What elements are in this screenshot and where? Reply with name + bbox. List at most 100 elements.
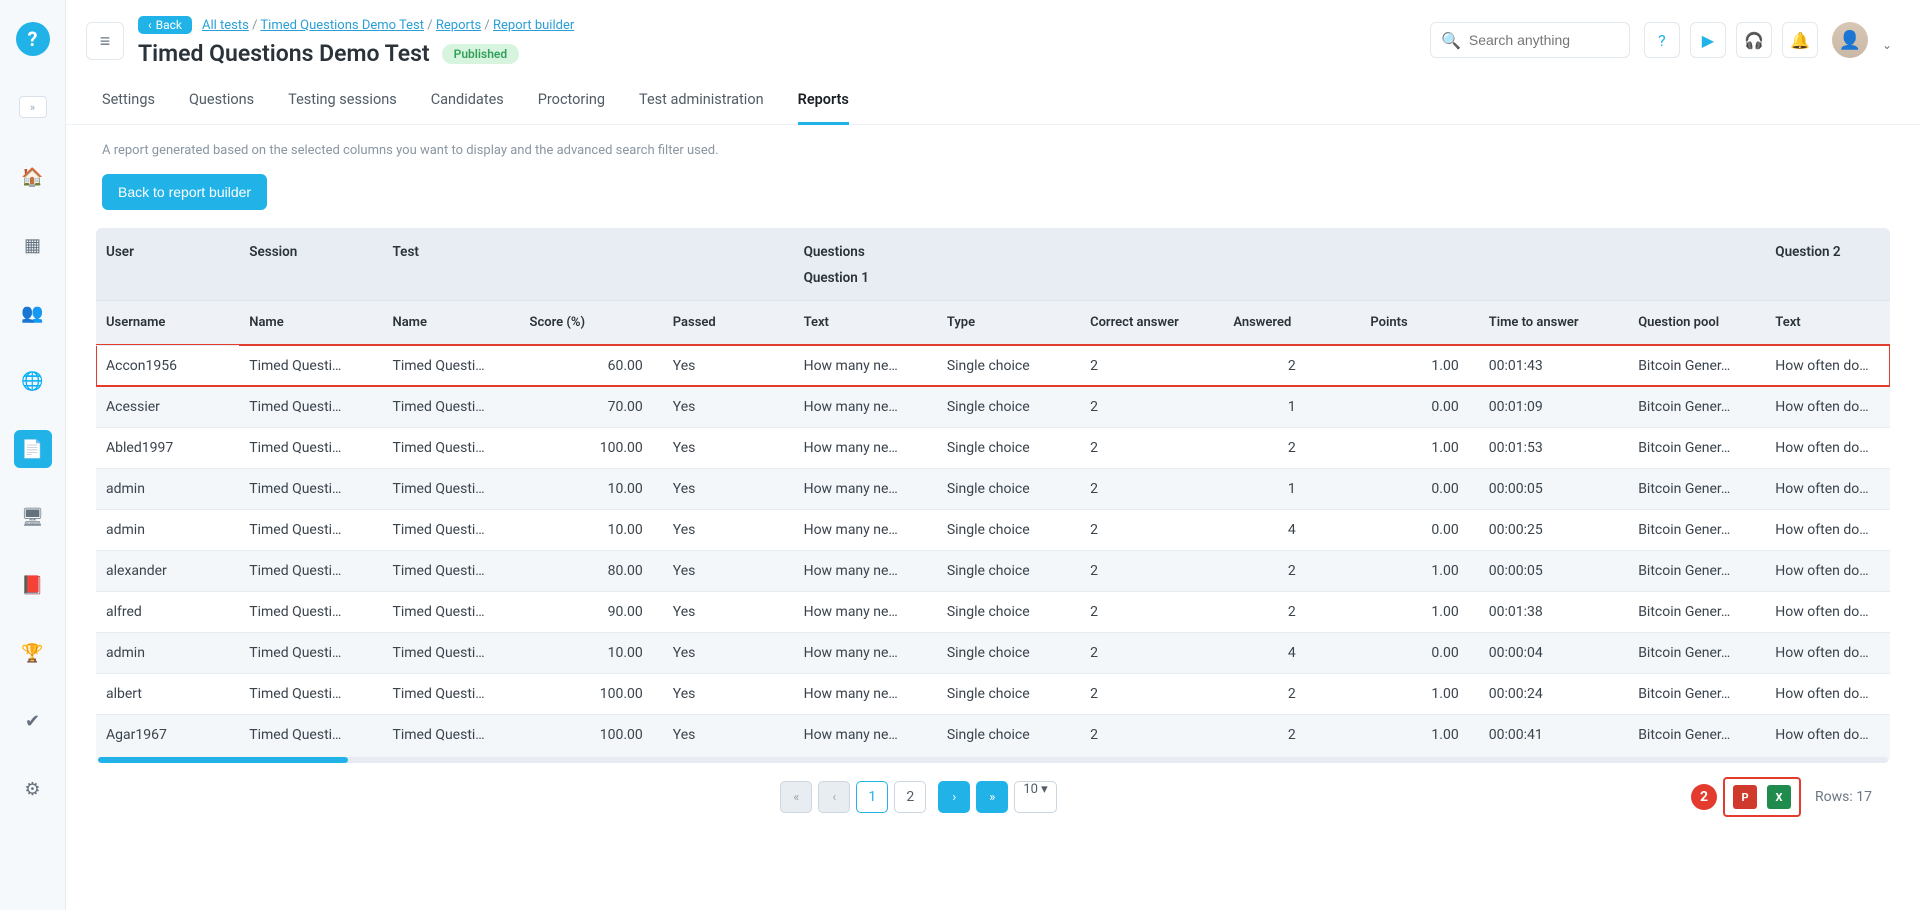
tab-reports[interactable]: Reports bbox=[798, 91, 849, 125]
breadcrumb-link[interactable]: Reports bbox=[436, 18, 481, 33]
th-time[interactable]: Time to answer bbox=[1479, 301, 1628, 345]
rail-copy-icon[interactable]: 📄 bbox=[14, 430, 52, 468]
rail-trophy-icon[interactable]: 🏆 bbox=[14, 634, 52, 672]
help-button[interactable]: ? bbox=[1644, 22, 1680, 58]
tab-settings[interactable]: Settings bbox=[102, 91, 155, 124]
back-button[interactable]: ‹Back bbox=[138, 16, 192, 34]
pager-page-1[interactable]: 1 bbox=[856, 781, 888, 813]
tab-bar: Settings Questions Testing sessions Candida… bbox=[66, 91, 1920, 125]
th-group-q1[interactable]: Question 1 bbox=[794, 264, 1766, 301]
support-button[interactable]: 🎧 bbox=[1736, 22, 1772, 58]
cell-score: 100.00 bbox=[520, 714, 663, 755]
cell-username: admin bbox=[96, 632, 239, 673]
tab-candidates[interactable]: Candidates bbox=[431, 91, 504, 124]
export-excel-button[interactable]: X bbox=[1767, 785, 1791, 809]
th-group-user[interactable]: User bbox=[96, 228, 239, 264]
play-button[interactable]: ▶ bbox=[1690, 22, 1726, 58]
table-row[interactable]: albertTimed Questi…Timed Questi…100.00Ye… bbox=[96, 673, 1890, 714]
cell-correct: 2 bbox=[1080, 427, 1223, 468]
th-pool[interactable]: Question pool bbox=[1628, 301, 1765, 345]
rail-home-icon[interactable]: 🏠 bbox=[14, 158, 52, 196]
rail-users-icon[interactable]: 👥 bbox=[14, 294, 52, 332]
pager-next-button[interactable]: › bbox=[938, 781, 970, 813]
breadcrumb-link[interactable]: All tests bbox=[202, 18, 249, 33]
tab-questions[interactable]: Questions bbox=[189, 91, 254, 124]
th-answered[interactable]: Answered bbox=[1223, 301, 1360, 345]
cell-correct: 2 bbox=[1080, 509, 1223, 550]
cell-qtext: How many ne… bbox=[794, 468, 937, 509]
app-logo[interactable]: ? bbox=[16, 22, 50, 56]
rail-check-icon[interactable]: ✔ bbox=[14, 702, 52, 740]
rail-dashboard-icon[interactable]: ▦ bbox=[14, 226, 52, 264]
tab-testing-sessions[interactable]: Testing sessions bbox=[288, 91, 397, 124]
table-row[interactable]: adminTimed Questi…Timed Questi…10.00YesH… bbox=[96, 468, 1890, 509]
search-box[interactable]: 🔍 bbox=[1430, 22, 1630, 58]
table-row[interactable]: adminTimed Questi…Timed Questi…10.00YesH… bbox=[96, 632, 1890, 673]
breadcrumb-link[interactable]: Report builder bbox=[493, 18, 574, 33]
cell-time: 00:00:04 bbox=[1479, 632, 1628, 673]
tab-test-administration[interactable]: Test administration bbox=[639, 91, 764, 124]
notifications-button[interactable]: 🔔 bbox=[1782, 22, 1818, 58]
table-row[interactable]: alexanderTimed Questi…Timed Questi…80.00… bbox=[96, 550, 1890, 591]
cell-passed: Yes bbox=[663, 632, 794, 673]
cell-test: Timed Questi… bbox=[383, 714, 520, 755]
pager-page-2[interactable]: 2 bbox=[894, 781, 926, 813]
pager-last-button[interactable]: » bbox=[976, 781, 1008, 813]
th-passed[interactable]: Passed bbox=[663, 301, 794, 345]
cell-answered: 2 bbox=[1223, 550, 1360, 591]
th-group-q2[interactable]: Question 2 bbox=[1765, 228, 1890, 264]
th-q-text[interactable]: Text bbox=[794, 301, 937, 345]
cell-qtype: Single choice bbox=[937, 714, 1080, 755]
breadcrumb-link[interactable]: Timed Questions Demo Test bbox=[260, 18, 424, 33]
page-size-select[interactable]: 10 ▾ bbox=[1014, 781, 1056, 813]
cell-points: 1.00 bbox=[1360, 673, 1478, 714]
table-row[interactable]: Agar1967Timed Questi…Timed Questi…100.00… bbox=[96, 714, 1890, 755]
th-session-name[interactable]: Name bbox=[239, 301, 382, 345]
cell-qtype: Single choice bbox=[937, 591, 1080, 632]
cell-qtext: How many ne… bbox=[794, 386, 937, 427]
user-avatar[interactable]: 👤 bbox=[1832, 22, 1868, 58]
th-points[interactable]: Points bbox=[1360, 301, 1478, 345]
rail-book-icon[interactable]: 📕 bbox=[14, 566, 52, 604]
cell-username: Acessier bbox=[96, 386, 239, 427]
pager-prev-button[interactable]: ‹ bbox=[818, 781, 850, 813]
help-icon: ? bbox=[1658, 31, 1666, 50]
th-q-type[interactable]: Type bbox=[937, 301, 1080, 345]
cell-test: Timed Questi… bbox=[383, 632, 520, 673]
table-row[interactable]: adminTimed Questi…Timed Questi…10.00YesH… bbox=[96, 509, 1890, 550]
th-group-session[interactable]: Session bbox=[239, 228, 382, 264]
table-row[interactable]: AcessierTimed Questi…Timed Questi…70.00Y… bbox=[96, 386, 1890, 427]
chevron-down-icon[interactable]: ⌄ bbox=[1882, 38, 1892, 52]
th-test-name[interactable]: Name bbox=[383, 301, 520, 345]
cell-correct: 2 bbox=[1080, 386, 1223, 427]
pager-first-button[interactable]: « bbox=[780, 781, 812, 813]
horizontal-scrollbar[interactable] bbox=[98, 757, 1888, 763]
search-input[interactable] bbox=[1469, 32, 1619, 48]
th-group-questions[interactable]: Questions bbox=[794, 228, 1766, 264]
th-group-test[interactable]: Test bbox=[383, 228, 520, 264]
cell-score: 60.00 bbox=[520, 345, 663, 386]
export-pdf-button[interactable]: P bbox=[1733, 785, 1757, 809]
cell-q2: How often do… bbox=[1765, 632, 1890, 673]
cell-username: Agar1967 bbox=[96, 714, 239, 755]
th-score[interactable]: Score (%) bbox=[520, 301, 663, 345]
menu-toggle-button[interactable]: ≡ bbox=[86, 22, 124, 60]
toolbar-icons: ? ▶ 🎧 🔔 👤 ⌄ bbox=[1644, 22, 1892, 58]
cell-points: 1.00 bbox=[1360, 427, 1478, 468]
cell-qtext: How many ne… bbox=[794, 714, 937, 755]
scrollbar-thumb[interactable] bbox=[98, 757, 348, 763]
table-row[interactable]: Abled1997Timed Questi…Timed Questi…100.0… bbox=[96, 427, 1890, 468]
cell-score: 10.00 bbox=[520, 468, 663, 509]
th-q2-text[interactable]: Text bbox=[1765, 301, 1890, 345]
table-row[interactable]: Accon19561Timed Questi…Timed Questi…60.0… bbox=[96, 345, 1890, 386]
table-row[interactable]: alfredTimed Questi…Timed Questi…90.00Yes… bbox=[96, 591, 1890, 632]
tab-proctoring[interactable]: Proctoring bbox=[538, 91, 605, 124]
rail-monitor-icon[interactable]: 🖥 bbox=[14, 498, 52, 536]
th-username[interactable]: Username bbox=[96, 301, 239, 345]
th-correct[interactable]: Correct answer bbox=[1080, 301, 1223, 345]
cell-username: admin bbox=[96, 468, 239, 509]
expand-rail-button[interactable]: » bbox=[19, 96, 47, 118]
rail-globe-icon[interactable]: 🌐 bbox=[14, 362, 52, 400]
rail-gear-icon[interactable]: ⚙ bbox=[14, 770, 52, 808]
back-to-builder-button[interactable]: Back to report builder bbox=[102, 174, 267, 210]
